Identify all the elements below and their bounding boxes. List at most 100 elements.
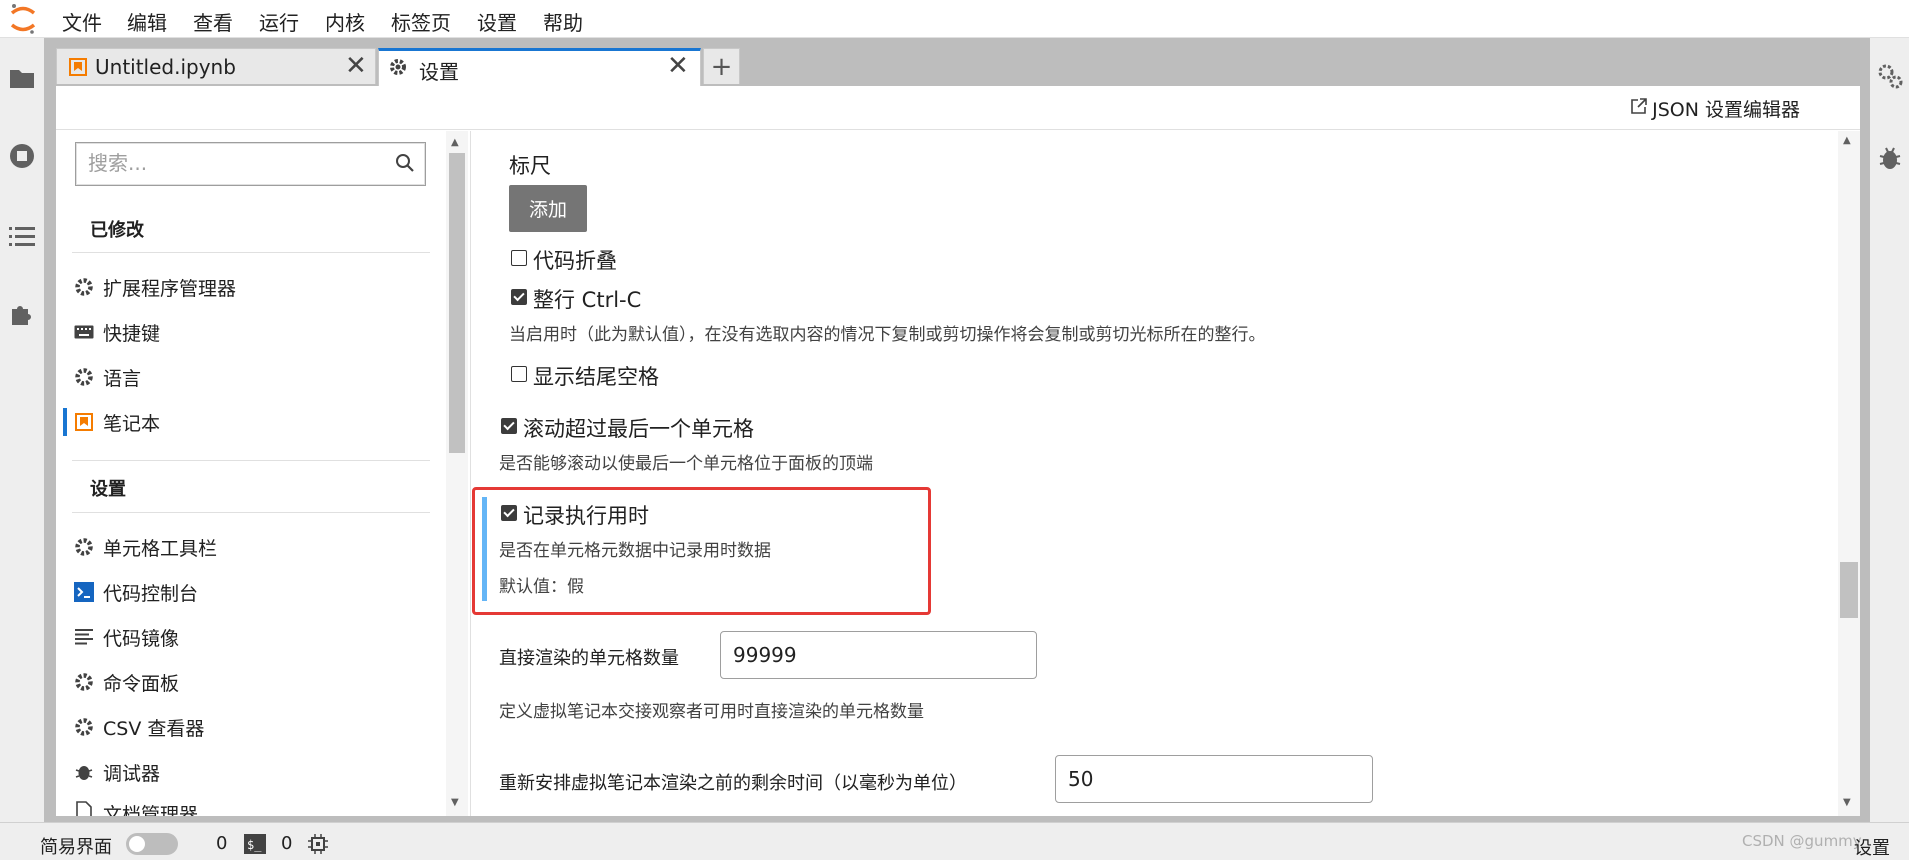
direct-render-count-description: 定义虚拟笔记本交接观察者可用时直接渲染的单元格数量 bbox=[499, 702, 924, 722]
rerender-wait-input[interactable] bbox=[1056, 756, 1372, 802]
json-editor-label: JSON 设置编辑器 bbox=[1652, 99, 1800, 121]
rerender-wait-label: 重新安排虚拟笔记本渲染之前的剩余时间（以毫秒为单位） bbox=[499, 773, 967, 794]
sidebar-item-label: 代码镜像 bbox=[103, 627, 180, 650]
external-link-icon bbox=[1630, 97, 1648, 120]
debugger-bug-icon[interactable] bbox=[1874, 142, 1906, 174]
menu-tabs[interactable]: 标签页 bbox=[391, 7, 451, 36]
kernels-count[interactable]: 0 bbox=[216, 833, 227, 854]
bug-icon bbox=[73, 761, 95, 783]
keyboard-icon bbox=[73, 321, 95, 343]
scroll-past-end-label: 滚动超过最后一个单元格 bbox=[523, 417, 754, 441]
show-trailing-space-label: 显示结尾空格 bbox=[533, 365, 659, 389]
divider bbox=[72, 252, 430, 253]
menu-help[interactable]: 帮助 bbox=[543, 7, 583, 36]
running-stop-icon[interactable] bbox=[6, 140, 38, 172]
gear-icon bbox=[73, 671, 95, 693]
toggle-knob bbox=[129, 836, 145, 852]
sidebar-item-extension-manager[interactable]: 扩展程序管理器 bbox=[73, 271, 433, 303]
search-input[interactable] bbox=[76, 143, 376, 183]
watermark-text: CSDN @gummy bbox=[1742, 832, 1862, 850]
settings-heading: 设置 bbox=[90, 479, 126, 500]
search-icon[interactable] bbox=[395, 153, 415, 178]
jupyter-logo-icon[interactable] bbox=[8, 2, 38, 36]
sidebar-item-label: 扩展程序管理器 bbox=[103, 277, 237, 300]
menu-file[interactable]: 文件 bbox=[62, 7, 102, 36]
file-icon bbox=[73, 800, 95, 816]
code-folding-checkbox[interactable] bbox=[511, 250, 527, 266]
right-sidebar-rail bbox=[1870, 38, 1909, 822]
sidebar-item-command-palette[interactable]: 命令面板 bbox=[73, 666, 433, 698]
terminal-icon[interactable]: $_ bbox=[244, 834, 266, 859]
menu-run[interactable]: 运行 bbox=[259, 7, 299, 36]
list-scrollbar-thumb[interactable] bbox=[449, 153, 465, 453]
console-icon bbox=[73, 581, 95, 603]
code-folding-label: 代码折叠 bbox=[533, 249, 617, 273]
menu-edit[interactable]: 编辑 bbox=[127, 7, 167, 36]
sidebar-item-code-console[interactable]: 代码控制台 bbox=[73, 576, 433, 608]
menu-view[interactable]: 查看 bbox=[193, 7, 233, 36]
folder-icon[interactable] bbox=[6, 62, 38, 94]
json-settings-editor-link[interactable]: JSON 设置编辑器 bbox=[1630, 95, 1800, 122]
sidebar-item-document-manager[interactable]: 文档管理器 bbox=[73, 800, 433, 816]
sidebar-item-shortcuts[interactable]: 快捷键 bbox=[73, 316, 433, 348]
rerender-wait-field[interactable] bbox=[1055, 755, 1373, 803]
sidebar-item-language[interactable]: 语言 bbox=[73, 361, 433, 393]
scroll-past-end-checkbox[interactable] bbox=[501, 418, 517, 434]
scroll-past-end-description: 是否能够滚动以使最后一个单元格位于面板的顶端 bbox=[499, 454, 873, 474]
kernel-chip-icon[interactable] bbox=[308, 834, 328, 859]
tab-settings[interactable]: 设置 ✕ bbox=[378, 48, 701, 86]
tab-label: 设置 bbox=[419, 60, 459, 84]
content-scrollbar[interactable] bbox=[1838, 131, 1860, 816]
divider bbox=[72, 460, 430, 461]
sidebar-item-codemirror[interactable]: 代码镜像 bbox=[73, 621, 433, 653]
sidebar-item-label: CSV 查看器 bbox=[103, 717, 205, 740]
direct-render-count-label: 直接渲染的单元格数量 bbox=[499, 648, 679, 669]
menu-kernel[interactable]: 内核 bbox=[325, 7, 365, 36]
show-trailing-space-checkbox[interactable] bbox=[511, 366, 527, 382]
direct-render-count-input[interactable] bbox=[721, 632, 1036, 678]
scroll-up-arrow-icon[interactable]: ▲ bbox=[1843, 135, 1851, 146]
sidebar-item-label: 语言 bbox=[103, 367, 142, 390]
sidebar-item-label: 调试器 bbox=[103, 762, 161, 785]
modified-heading: 已修改 bbox=[90, 220, 144, 241]
gear-icon bbox=[389, 58, 407, 81]
sidebar-item-label: 文档管理器 bbox=[103, 804, 199, 816]
scroll-up-arrow-icon[interactable]: ▲ bbox=[451, 137, 459, 148]
sidebar-item-label: 笔记本 bbox=[103, 412, 161, 435]
scroll-down-arrow-icon[interactable]: ▼ bbox=[1843, 797, 1851, 808]
new-tab-button[interactable]: + bbox=[703, 48, 740, 84]
rulers-label: 标尺 bbox=[509, 154, 551, 178]
sidebar-item-label: 单元格工具栏 bbox=[103, 537, 218, 560]
notebook-icon bbox=[73, 411, 95, 433]
gear-icon bbox=[73, 536, 95, 558]
left-sidebar-rail bbox=[0, 38, 44, 822]
settings-toolbar: JSON 设置编辑器 bbox=[56, 86, 1860, 130]
terminals-count[interactable]: 0 bbox=[281, 833, 292, 854]
direct-render-count-field[interactable] bbox=[720, 631, 1037, 679]
sidebar-item-cell-toolbar[interactable]: 单元格工具栏 bbox=[73, 531, 433, 563]
sidebar-item-csv-viewer[interactable]: CSV 查看器 bbox=[73, 711, 433, 743]
menu-settings[interactable]: 设置 bbox=[477, 7, 517, 36]
gear-icon bbox=[73, 716, 95, 738]
codemirror-icon bbox=[73, 626, 95, 648]
property-inspector-gears-icon[interactable] bbox=[1874, 60, 1906, 92]
menu-bar: 文件 编辑 查看 运行 内核 标签页 设置 帮助 bbox=[0, 0, 1909, 38]
sidebar-item-label: 命令面板 bbox=[103, 672, 180, 695]
add-ruler-button[interactable]: 添加 bbox=[509, 185, 587, 232]
tab-close-icon[interactable]: ✕ bbox=[345, 51, 367, 81]
annotation-highlight-box bbox=[472, 487, 931, 615]
settings-search-box[interactable] bbox=[75, 142, 426, 186]
svg-text:$_: $_ bbox=[247, 838, 262, 852]
table-of-contents-icon[interactable] bbox=[6, 220, 38, 252]
tab-untitled-notebook[interactable]: Untitled.ipynb ✕ bbox=[56, 48, 376, 84]
whole-line-copy-label: 整行 Ctrl-C bbox=[533, 288, 642, 312]
tab-close-icon[interactable]: ✕ bbox=[667, 51, 689, 81]
sidebar-item-debugger[interactable]: 调试器 bbox=[73, 756, 433, 788]
sidebar-item-notebook[interactable]: 笔记本 bbox=[73, 406, 433, 438]
extension-puzzle-icon[interactable] bbox=[6, 298, 38, 330]
gear-icon bbox=[73, 276, 95, 298]
tab-label: Untitled.ipynb bbox=[95, 55, 236, 79]
content-scrollbar-thumb[interactable] bbox=[1840, 562, 1858, 618]
whole-line-copy-checkbox[interactable] bbox=[511, 289, 527, 305]
scroll-down-arrow-icon[interactable]: ▼ bbox=[451, 797, 459, 808]
